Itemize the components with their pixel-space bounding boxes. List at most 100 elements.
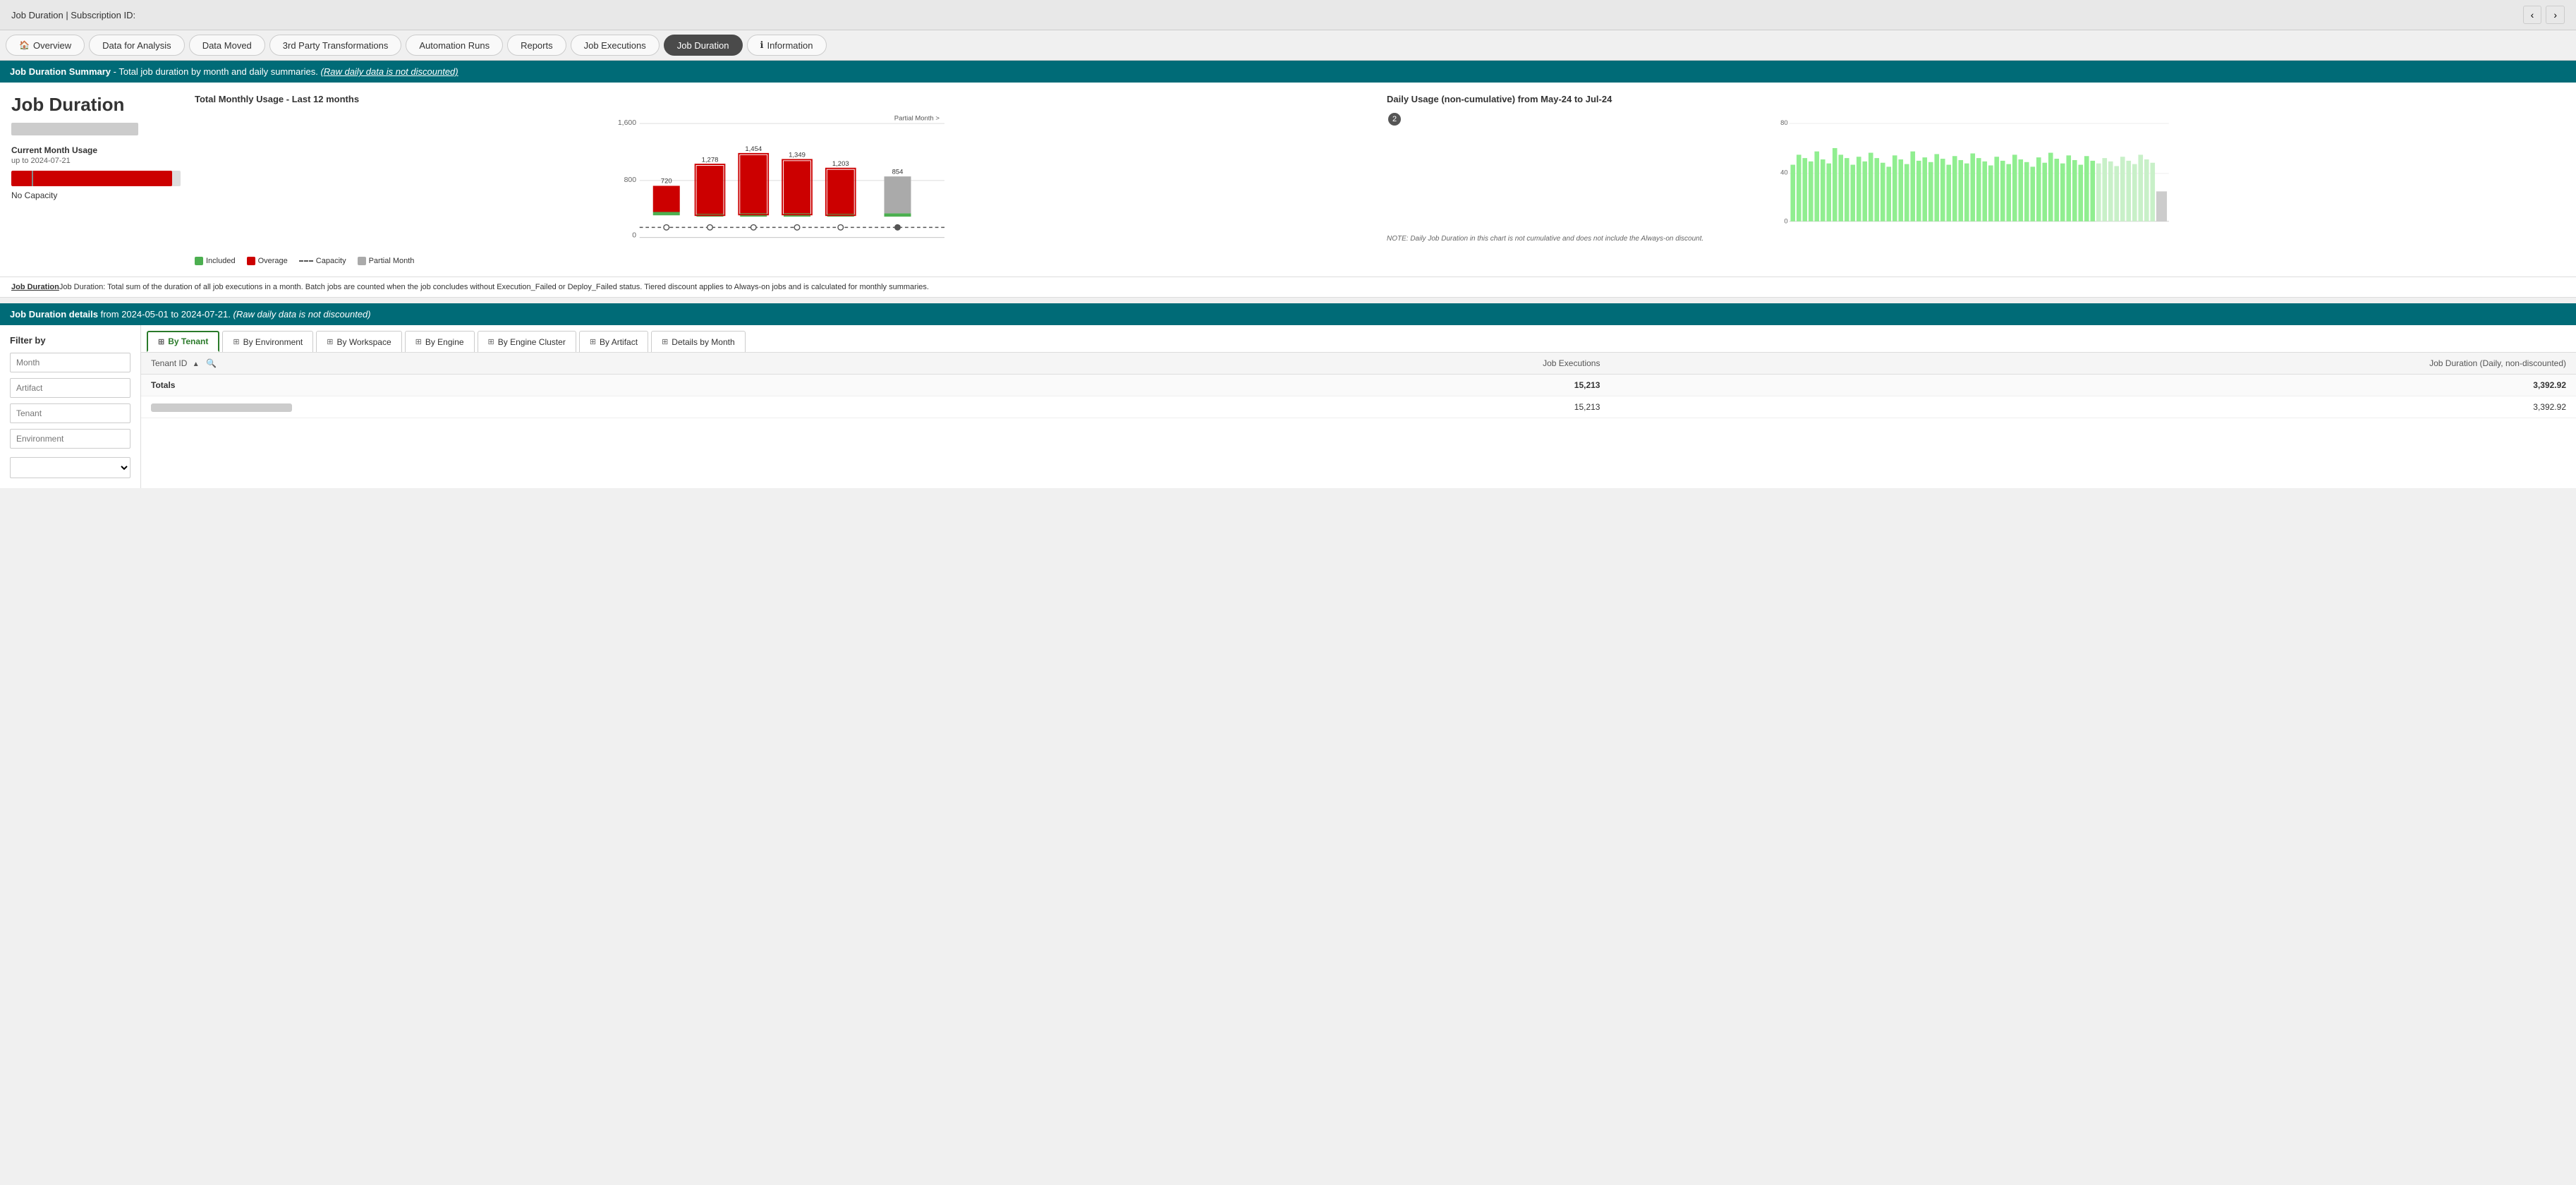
job-duration-title: Job Duration bbox=[11, 94, 181, 116]
svg-text:Partial Month >: Partial Month > bbox=[894, 114, 940, 122]
navigation-buttons: ‹ › bbox=[2523, 6, 2565, 24]
table-tab-label: By Engine bbox=[425, 337, 464, 347]
nav-tab-data-moved[interactable]: Data Moved bbox=[189, 35, 265, 56]
table-tab-label: Details by Month bbox=[672, 337, 734, 347]
usage-label: Current Month Usage bbox=[11, 145, 181, 155]
nav-tab-overview[interactable]: 🏠Overview bbox=[6, 35, 85, 56]
table-tab-by-workspace[interactable]: ⊞By Workspace bbox=[316, 331, 401, 352]
monthly-chart: Total Monthly Usage - Last 12 months 1,6… bbox=[195, 94, 1373, 265]
col-job-executions: Job Executions bbox=[1134, 353, 1610, 375]
tab-label-data-moved: Data Moved bbox=[202, 40, 252, 51]
header-title: Job Duration | Subscription ID: bbox=[11, 10, 140, 20]
table-icon: ⊞ bbox=[233, 337, 239, 346]
artifact-filter-input[interactable] bbox=[10, 378, 130, 398]
svg-text:1,454: 1,454 bbox=[745, 145, 762, 153]
bar-included-1 bbox=[653, 212, 680, 216]
totals-label: Totals bbox=[141, 375, 1134, 396]
col-tenant-id: Tenant ID ▲ 🔍 bbox=[141, 353, 1134, 375]
usage-bar-marker bbox=[32, 171, 33, 186]
nav-tab-job-duration[interactable]: Job Duration bbox=[664, 35, 743, 56]
daily-chart: Daily Usage (non-cumulative) from May-24… bbox=[1387, 94, 2565, 265]
table-body: Totals 15,213 3,392.92 15,213 3,392.92 bbox=[141, 375, 2576, 418]
row-duration: 3,392.92 bbox=[1610, 396, 2576, 418]
totals-row: Totals 15,213 3,392.92 bbox=[141, 375, 2576, 396]
home-icon: 🏠 bbox=[19, 40, 30, 50]
daily-chart-title: Daily Usage (non-cumulative) from May-24… bbox=[1387, 94, 2565, 104]
tab-label-overview: Overview bbox=[33, 40, 71, 51]
svg-text:40: 40 bbox=[1780, 169, 1788, 177]
nav-tab-data-for-analysis[interactable]: Data for Analysis bbox=[89, 35, 185, 56]
main-content: Job Duration Summary - Total job duratio… bbox=[0, 61, 2576, 488]
prev-button[interactable]: ‹ bbox=[2523, 6, 2542, 24]
row-executions: 15,213 bbox=[1134, 396, 1610, 418]
nav-tab-3rd-party[interactable]: 3rd Party Transformations bbox=[269, 35, 402, 56]
page-header: Job Duration | Subscription ID: ‹ › bbox=[0, 0, 2576, 30]
table-icon: ⊞ bbox=[590, 337, 596, 346]
details-body: Filter by ⊞ By Tenant ⊞By Environment⊞By W… bbox=[0, 325, 2576, 488]
table-icon: ⊞ bbox=[158, 337, 164, 346]
bar-overage-3 bbox=[740, 155, 767, 214]
summary-section-header: Job Duration Summary - Total job duratio… bbox=[0, 61, 2576, 83]
table-icon: ⊞ bbox=[662, 337, 668, 346]
tab-label-automation-runs: Automation Runs bbox=[419, 40, 490, 51]
monthly-chart-svg: 1,600 800 0 720 bbox=[195, 111, 1373, 245]
table-tab-by-environment[interactable]: ⊞By Environment bbox=[222, 331, 313, 352]
usage-bar bbox=[11, 171, 181, 186]
table-tab-by-tenant[interactable]: ⊞ By Tenant bbox=[147, 331, 219, 352]
nav-tab-reports[interactable]: Reports bbox=[507, 35, 566, 56]
summary-left-panel: Job Duration Current Month Usage up to 2… bbox=[11, 94, 181, 265]
filter-sidebar: Filter by bbox=[0, 325, 141, 488]
nav-tab-automation-runs[interactable]: Automation Runs bbox=[406, 35, 503, 56]
table-tab-by-engine-cluster[interactable]: ⊞By Engine Cluster bbox=[478, 331, 576, 352]
tenant-id-redacted bbox=[151, 403, 292, 412]
svg-text:1,278: 1,278 bbox=[702, 156, 719, 164]
table-header: Tenant ID ▲ 🔍 Job Executions Job Duratio… bbox=[141, 353, 2576, 375]
filter-select[interactable] bbox=[10, 457, 130, 478]
svg-text:80: 80 bbox=[1780, 119, 1788, 127]
sort-icon[interactable]: ▲ bbox=[193, 360, 200, 368]
details-section-header: Job Duration details from 2024-05-01 to … bbox=[0, 303, 2576, 325]
table-tab-label: By Artifact bbox=[600, 337, 638, 347]
environment-filter-input[interactable] bbox=[10, 429, 130, 449]
bar-overage-5 bbox=[827, 170, 854, 214]
job-duration-link[interactable]: Job Duration bbox=[11, 283, 59, 291]
bar-partial bbox=[885, 176, 911, 213]
summary-area: Job Duration Current Month Usage up to 2… bbox=[0, 83, 2576, 277]
totals-duration: 3,392.92 bbox=[1610, 375, 2576, 396]
table-icon: ⊞ bbox=[488, 337, 494, 346]
table-tab-by-artifact[interactable]: ⊞ By Artifact bbox=[579, 331, 648, 352]
svg-text:854: 854 bbox=[892, 168, 904, 176]
bar-included-6 bbox=[885, 213, 911, 217]
daily-chart-note: NOTE: Daily Job Duration in this chart i… bbox=[1387, 235, 2565, 243]
tab-label-job-executions: Job Executions bbox=[584, 40, 646, 51]
nav-tabs: 🏠Overview Data for Analysis Data Moved 3rd … bbox=[0, 30, 2576, 61]
nav-tab-job-executions[interactable]: Job Executions bbox=[571, 35, 660, 56]
col-job-duration: Job Duration (Daily, non-discounted) bbox=[1610, 353, 2576, 375]
table-tabs: ⊞By Tenant⊞By Environment⊞By Workspace⊞B… bbox=[141, 325, 2576, 353]
legend-included: Included bbox=[195, 257, 236, 265]
table-tab-by-engine[interactable]: ⊞By Engine bbox=[405, 331, 475, 352]
tab-label-data-for-analysis: Data for Analysis bbox=[102, 40, 171, 51]
table-tab-label: By Tenant bbox=[168, 336, 208, 346]
no-capacity-label: No Capacity bbox=[11, 190, 181, 200]
next-button[interactable]: › bbox=[2546, 6, 2565, 24]
table-row: 15,213 3,392.92 bbox=[141, 396, 2576, 418]
svg-text:1,349: 1,349 bbox=[789, 152, 806, 159]
info-text: Job DurationJob Duration: Total sum of t… bbox=[0, 277, 2576, 298]
tenant-filter-input[interactable] bbox=[10, 403, 130, 423]
svg-text:1,600: 1,600 bbox=[618, 119, 636, 127]
table-tab-details-by-month[interactable]: ⊞ Details by Month bbox=[651, 331, 746, 352]
svg-text:0: 0 bbox=[1784, 218, 1787, 226]
nav-tab-information[interactable]: ℹInformation bbox=[747, 35, 827, 56]
data-table: Tenant ID ▲ 🔍 Job Executions Job Duratio… bbox=[141, 353, 2576, 418]
tenant-id-cell bbox=[141, 396, 1134, 418]
search-icon[interactable]: 🔍 bbox=[206, 358, 217, 368]
svg-text:720: 720 bbox=[661, 178, 672, 186]
legend-capacity: Capacity bbox=[299, 257, 346, 265]
bar-overage-1 bbox=[653, 186, 680, 212]
monthly-bar-chart-container: 1,600 800 0 720 bbox=[195, 111, 1373, 253]
month-filter-input[interactable] bbox=[10, 353, 130, 372]
totals-executions: 15,213 bbox=[1134, 375, 1610, 396]
tab-label-information: Information bbox=[767, 40, 813, 51]
svg-text:0: 0 bbox=[632, 232, 636, 240]
